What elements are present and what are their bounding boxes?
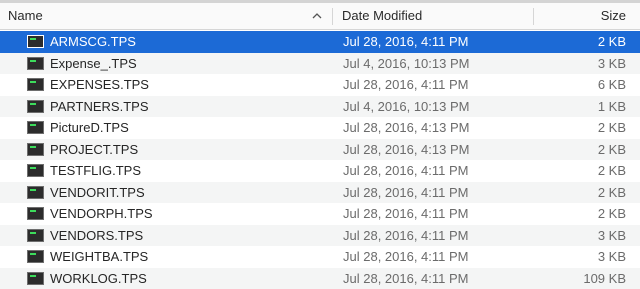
file-list: ARMSCG.TPS Jul 28, 2016, 4:11 PM 2 KB Expen… [0, 31, 640, 289]
column-header-name[interactable]: Name [8, 3, 43, 29]
file-size: 1 KB [597, 98, 626, 114]
file-name: PARTNERS.TPS [50, 98, 149, 114]
file-name: VENDORIT.TPS [50, 184, 145, 200]
file-date-modified: Jul 28, 2016, 4:13 PM [343, 141, 470, 157]
file-size: 6 KB [597, 77, 626, 92]
file-date-modified: Jul 28, 2016, 4:11 PM [343, 184, 469, 200]
file-row[interactable]: VENDORS.TPS Jul 28, 2016, 4:11 PM 3 KB [0, 224, 640, 246]
column-header-bar: Name Date Modified Size [0, 3, 640, 30]
file-date-modified: Jul 28, 2016, 4:11 PM [343, 227, 469, 243]
terminal-document-icon [27, 56, 44, 70]
file-name: ARMSCG.TPS [50, 34, 136, 49]
file-size: 2 KB [597, 34, 626, 49]
file-size: 2 KB [597, 163, 626, 178]
file-name: PictureD.TPS [50, 120, 129, 135]
file-row[interactable]: PROJECT.TPS Jul 28, 2016, 4:13 PM 2 KB [0, 138, 640, 160]
column-separator[interactable] [332, 8, 333, 25]
terminal-document-icon [27, 250, 44, 263]
file-date-modified: Jul 28, 2016, 4:11 PM [343, 270, 469, 286]
file-row[interactable]: WORKLOG.TPS Jul 28, 2016, 4:11 PM 109 KB [0, 267, 640, 289]
file-name: Expense_.TPS [50, 55, 137, 71]
file-date-modified: Jul 28, 2016, 4:11 PM [343, 34, 469, 49]
file-row[interactable]: PARTNERS.TPS Jul 4, 2016, 10:13 PM 1 KB [0, 95, 640, 117]
terminal-document-icon [27, 142, 44, 156]
terminal-document-icon [27, 121, 44, 134]
terminal-document-icon [27, 185, 44, 199]
file-size: 3 KB [597, 227, 626, 243]
file-name: TESTFLIG.TPS [50, 163, 142, 178]
file-name: VENDORPH.TPS [50, 206, 153, 221]
file-date-modified: Jul 28, 2016, 4:11 PM [343, 249, 469, 264]
file-size: 2 KB [597, 141, 626, 157]
file-date-modified: Jul 28, 2016, 4:11 PM [343, 163, 469, 178]
file-row[interactable]: EXPENSES.TPS Jul 28, 2016, 4:11 PM 6 KB [0, 74, 640, 96]
chevron-up-icon[interactable] [310, 9, 324, 23]
terminal-document-icon [27, 164, 44, 177]
file-name: WORKLOG.TPS [50, 270, 147, 286]
column-header-date-modified[interactable]: Date Modified [342, 3, 422, 29]
file-row[interactable]: WEIGHTBA.TPS Jul 28, 2016, 4:11 PM 3 KB [0, 246, 640, 268]
file-date-modified: Jul 28, 2016, 4:11 PM [343, 77, 469, 92]
file-name: VENDORS.TPS [50, 227, 144, 243]
file-row[interactable]: Expense_.TPS Jul 4, 2016, 10:13 PM 3 KB [0, 52, 640, 74]
file-date-modified: Jul 4, 2016, 10:13 PM [343, 55, 470, 71]
file-name: WEIGHTBA.TPS [50, 249, 149, 264]
terminal-document-icon [27, 35, 44, 48]
terminal-document-icon [27, 99, 44, 113]
terminal-document-icon [27, 228, 44, 242]
file-name: EXPENSES.TPS [50, 77, 149, 92]
file-size: 2 KB [597, 206, 626, 221]
file-date-modified: Jul 28, 2016, 4:11 PM [343, 206, 469, 221]
file-row[interactable]: VENDORIT.TPS Jul 28, 2016, 4:11 PM 2 KB [0, 181, 640, 203]
column-header-size[interactable]: Size [601, 3, 626, 29]
column-separator[interactable] [533, 8, 534, 25]
file-row[interactable]: PictureD.TPS Jul 28, 2016, 4:13 PM 2 KB [0, 117, 640, 139]
terminal-document-icon [27, 207, 44, 220]
file-date-modified: Jul 4, 2016, 10:13 PM [343, 98, 470, 114]
terminal-document-icon [27, 271, 44, 285]
file-size: 109 KB [583, 270, 626, 286]
file-size: 3 KB [597, 249, 626, 264]
terminal-document-icon [27, 78, 44, 91]
file-row[interactable]: ARMSCG.TPS Jul 28, 2016, 4:11 PM 2 KB [0, 31, 640, 53]
file-name: PROJECT.TPS [50, 141, 139, 157]
file-date-modified: Jul 28, 2016, 4:13 PM [343, 120, 470, 135]
file-size: 2 KB [597, 184, 626, 200]
file-size: 2 KB [597, 120, 626, 135]
file-row[interactable]: VENDORPH.TPS Jul 28, 2016, 4:11 PM 2 KB [0, 203, 640, 225]
file-size: 3 KB [597, 55, 626, 71]
file-row[interactable]: TESTFLIG.TPS Jul 28, 2016, 4:11 PM 2 KB [0, 160, 640, 182]
